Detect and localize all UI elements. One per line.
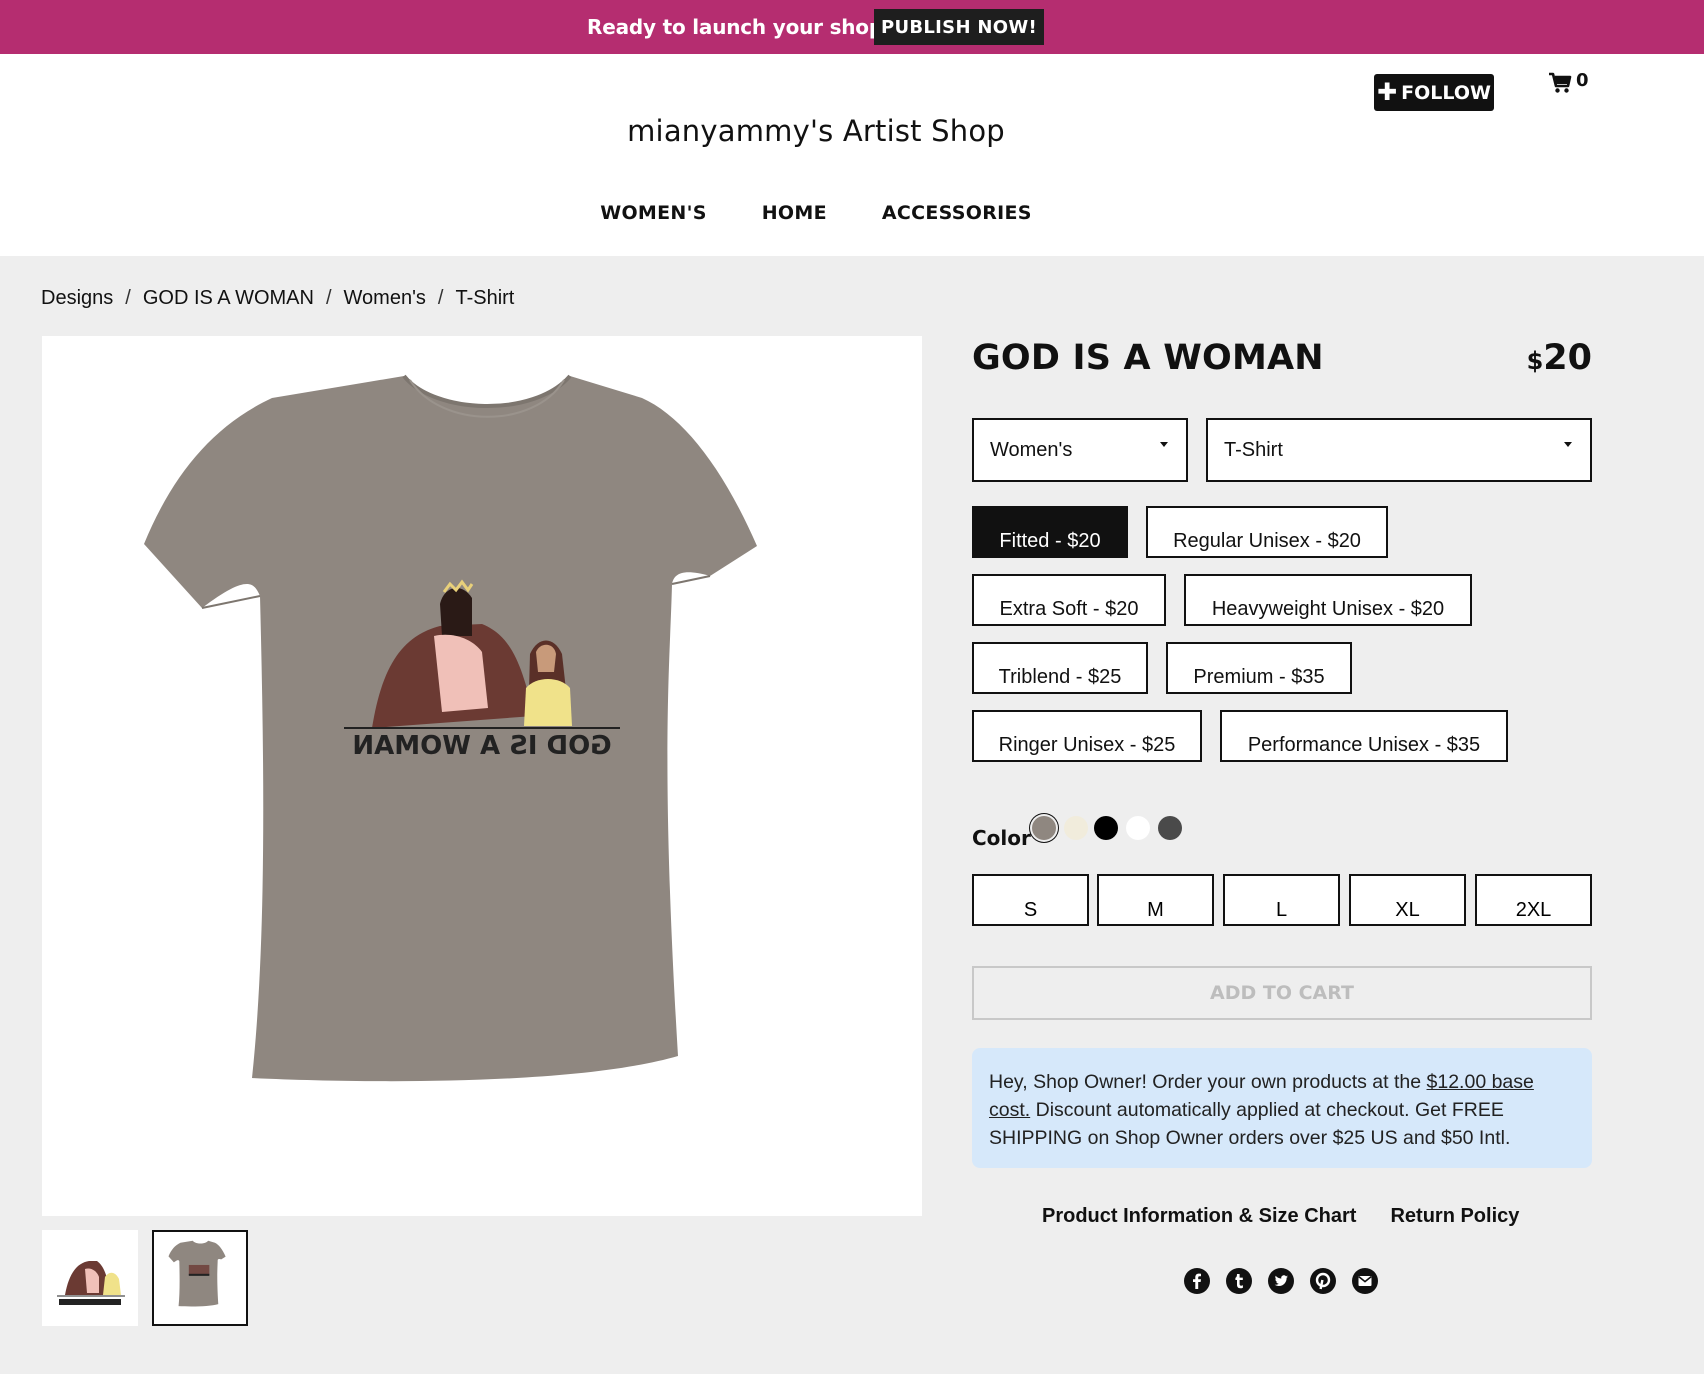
follow-button[interactable]: ✚ FOLLOW [1374, 74, 1494, 111]
style-heavyweight-unisex-button[interactable]: Heavyweight Unisex - $20 [1184, 574, 1472, 626]
main-nav: WOMEN'S HOME ACCESSORIES [0, 202, 1632, 224]
product-type-value: T-Shirt [1224, 438, 1283, 461]
size-2xl-button[interactable]: 2XL [1475, 874, 1592, 926]
nav-accessories[interactable]: ACCESSORIES [882, 202, 1032, 224]
shop-owner-note: Hey, Shop Owner! Order your own products… [972, 1048, 1592, 1168]
product-price: $20 [1500, 338, 1592, 378]
gender-select-value: Women's [990, 438, 1073, 461]
price-value: 20 [1543, 338, 1592, 378]
style-ringer-unisex-button[interactable]: Ringer Unisex - $25 [972, 710, 1202, 762]
product-image[interactable]: GOD IS A WOMAN [42, 336, 922, 1216]
style-performance-unisex-button[interactable]: Performance Unisex - $35 [1220, 710, 1508, 762]
product-info-link[interactable]: Product Information & Size Chart [1042, 1205, 1356, 1228]
pinterest-icon[interactable] [1310, 1268, 1336, 1294]
caret-down-icon [1160, 442, 1168, 447]
gender-select[interactable]: Women's [972, 418, 1188, 482]
style-triblend-button[interactable]: Triblend - $25 [972, 642, 1148, 694]
plus-icon: ✚ [1377, 77, 1398, 106]
color-label: Color [972, 826, 1031, 850]
breadcrumb: Designs / GOD IS A WOMAN / Women's / T-S… [41, 287, 514, 310]
owner-note-text-continued: Discount automatically applied at checko… [989, 1099, 1511, 1149]
tshirt-thumbnail-image [168, 1240, 226, 1307]
info-links: Product Information & Size Chart Return … [1042, 1205, 1519, 1228]
nav-home[interactable]: HOME [762, 202, 827, 224]
size-xl-button[interactable]: XL [1349, 874, 1466, 926]
breadcrumb-separator: / [325, 287, 332, 309]
social-share [1184, 1268, 1378, 1294]
promo-bar: Ready to launch your shop? PUBLISH NOW! [0, 0, 1704, 54]
design-thumbnail-image [57, 1261, 125, 1305]
nav-womens[interactable]: WOMEN'S [600, 202, 707, 224]
currency-symbol: $ [1526, 347, 1544, 375]
size-s-button[interactable]: S [972, 874, 1089, 926]
breadcrumb-designs[interactable]: Designs [41, 287, 113, 310]
facebook-icon[interactable] [1184, 1268, 1210, 1294]
owner-note-text: Hey, Shop Owner! Order your own products… [989, 1071, 1427, 1093]
site-header: mianyammy's Artist Shop ✚ FOLLOW 0 WOMEN… [0, 54, 1704, 256]
breadcrumb-womens[interactable]: Women's [344, 287, 426, 310]
follow-label: FOLLOW [1401, 81, 1491, 104]
color-swatch-charcoal[interactable] [1158, 816, 1182, 840]
breadcrumb-separator: / [125, 287, 131, 309]
promo-text: Ready to launch your shop? [587, 15, 895, 39]
add-to-cart-button[interactable]: ADD TO CART [972, 966, 1592, 1020]
return-policy-link[interactable]: Return Policy [1390, 1205, 1519, 1228]
thumbnail-list [42, 1230, 248, 1326]
style-fitted-button[interactable]: Fitted - $20 [972, 506, 1128, 558]
thumbnail-design[interactable] [42, 1230, 138, 1326]
tumblr-icon[interactable] [1226, 1268, 1252, 1294]
color-swatch-warm-gray[interactable] [1032, 816, 1056, 840]
color-swatch-cream[interactable] [1064, 816, 1088, 840]
twitter-icon[interactable] [1268, 1268, 1294, 1294]
cart-button[interactable]: 0 [1548, 70, 1589, 99]
breadcrumb-tshirt[interactable]: T-Shirt [455, 287, 514, 310]
size-m-button[interactable]: M [1097, 874, 1214, 926]
email-icon[interactable] [1352, 1268, 1378, 1294]
product-type-select[interactable]: T-Shirt [1206, 418, 1592, 482]
style-regular-unisex-button[interactable]: Regular Unisex - $20 [1146, 506, 1388, 558]
thumbnail-tshirt[interactable] [152, 1230, 248, 1326]
size-l-button[interactable]: L [1223, 874, 1340, 926]
caret-down-icon [1564, 442, 1572, 447]
tshirt-illustration: GOD IS A WOMAN [144, 374, 757, 1082]
shop-title[interactable]: mianyammy's Artist Shop [0, 114, 1632, 148]
cart-count: 0 [1576, 70, 1589, 91]
style-extra-soft-button[interactable]: Extra Soft - $20 [972, 574, 1166, 626]
style-premium-button[interactable]: Premium - $35 [1166, 642, 1352, 694]
color-swatch-black[interactable] [1094, 816, 1118, 840]
product-title: GOD IS A WOMAN [972, 338, 1324, 378]
design-text: GOD IS A WOMAN [352, 731, 611, 761]
publish-now-button[interactable]: PUBLISH NOW! [874, 9, 1044, 45]
cart-icon [1548, 72, 1572, 99]
color-swatch-white[interactable] [1126, 816, 1150, 840]
breadcrumb-separator: / [437, 287, 444, 309]
breadcrumb-design[interactable]: GOD IS A WOMAN [143, 287, 314, 310]
